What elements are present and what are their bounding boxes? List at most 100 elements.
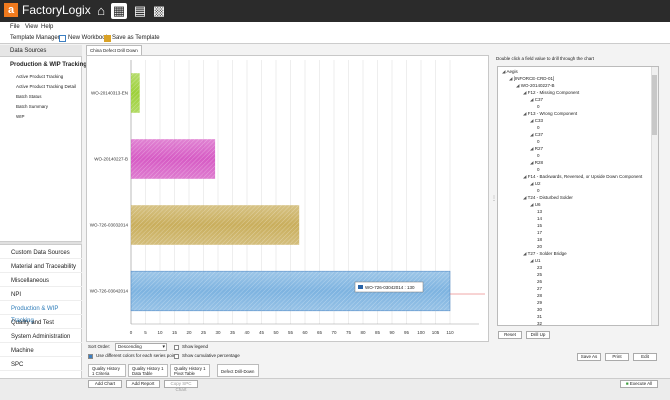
data-source-item[interactable]: Batch Summary — [16, 104, 48, 109]
tree-node[interactable]: 20 — [537, 244, 542, 250]
tree-node[interactable]: ◢ U6 — [530, 202, 540, 208]
tree-node[interactable]: 0 — [537, 153, 540, 159]
copy-spc-chart-button[interactable]: Copy SPC Chart — [164, 380, 198, 392]
template-manager-button[interactable]: Template Manager — [10, 34, 60, 42]
tree-node[interactable]: ◢ WO-20140227-B — [516, 83, 555, 89]
tab-china-defect-drill-down[interactable]: China Defect Drill Down — [86, 45, 142, 55]
report-icon[interactable]: ▦ — [111, 3, 127, 19]
data-source-item[interactable]: Active Product Tracking — [16, 74, 63, 79]
cumulative-checkbox[interactable] — [174, 354, 179, 359]
drill-tree[interactable]: ◢ Aegis ◢ [INFORCE-CRD-01] ◢ WO-20140227-B… — [497, 66, 659, 326]
nav-item-production-wip[interactable]: Production & WIP Tracking — [0, 303, 82, 324]
tree-node[interactable]: 0 — [537, 167, 540, 173]
execute-icon: ■ — [625, 381, 629, 386]
nav-item-miscellaneous[interactable]: Miscellaneous — [0, 275, 82, 287]
x-tick-label: 75 — [346, 330, 352, 335]
data-source-item[interactable]: WIP — [16, 114, 25, 119]
tree-scrollbar-thumb[interactable] — [652, 75, 657, 135]
tree-node[interactable]: 15 — [537, 223, 542, 229]
tree-node[interactable]: 17 — [537, 230, 542, 236]
tree-node[interactable]: 23 — [537, 265, 542, 271]
tree-node[interactable]: 18 — [537, 237, 542, 243]
menu-help[interactable]: Help — [41, 23, 53, 31]
chart-panel: 0 5 10 15 20 25 30 35 40 45 50 55 60 65 70 75 80 85 90 95 10… — [86, 55, 489, 342]
x-tick-label: 100 — [417, 330, 425, 335]
tree-node[interactable]: 27 — [537, 286, 542, 292]
edit-button[interactable]: Edit — [633, 353, 657, 361]
tree-node[interactable]: 0 — [537, 104, 540, 110]
tab-defect-drill-down[interactable]: Defect Drill-Down — [217, 364, 259, 377]
nav-item-npi[interactable]: NPI — [0, 289, 82, 301]
tree-node[interactable]: ◢ [INFORCE-CRD-01] — [509, 76, 554, 82]
tree-node[interactable]: ◢ F12 - Missing Component — [523, 90, 579, 96]
tree-node[interactable]: ◢ R28 — [530, 160, 543, 166]
add-report-button[interactable]: Add Report — [126, 380, 160, 388]
save-as-button[interactable]: Save As — [577, 353, 601, 361]
tree-node[interactable]: 28 — [537, 293, 542, 299]
tree-node-label: 0 — [537, 104, 540, 109]
x-tick-label: 25 — [201, 330, 207, 335]
tree-node-label: U1 — [534, 258, 541, 263]
show-legend-checkbox[interactable] — [174, 345, 179, 350]
nav-item-material-traceability[interactable]: Material and Traceability — [0, 261, 82, 273]
data-source-item[interactable]: Batch Status — [16, 94, 42, 99]
sort-order-select[interactable]: Descending ▾ — [115, 343, 167, 351]
tree-node[interactable]: 13 — [537, 209, 542, 215]
monitor-icon[interactable]: ▩ — [151, 3, 167, 19]
tree-node[interactable]: 32 — [537, 321, 542, 325]
tree-node[interactable]: ◢ U1 — [530, 258, 540, 264]
panel-splitter[interactable] — [0, 241, 82, 245]
tab-quality-data-table[interactable]: Quality History 1 Data Table — [128, 364, 168, 377]
tree-node[interactable]: ◢ F14 - Backwards, Reversed, or Upside D… — [523, 174, 642, 180]
drill-up-button[interactable]: Drill Up — [526, 331, 550, 339]
reset-button[interactable]: Reset — [498, 331, 522, 339]
tree-node[interactable]: 0 — [537, 188, 540, 194]
splitter-handle-icon[interactable]: ⋮ — [491, 195, 497, 203]
tree-node[interactable]: ◢ C33 — [530, 118, 543, 124]
tree-node[interactable]: ◢ F13 - Wrong Component — [523, 111, 577, 117]
print-button[interactable]: Print — [605, 353, 629, 361]
tree-node[interactable]: 14 — [537, 216, 542, 222]
add-chart-button[interactable]: Add Chart — [88, 380, 122, 388]
menu-file[interactable]: File — [10, 23, 20, 31]
tree-node[interactable]: 0 — [537, 139, 540, 145]
app-brand: FactoryLogix — [22, 3, 91, 17]
bar-hatch — [131, 73, 140, 113]
new-workbook-button[interactable]: New Workbook — [68, 34, 109, 42]
nav-item-machine[interactable]: Machine — [0, 345, 82, 357]
x-tick-label: 70 — [331, 330, 337, 335]
tree-node[interactable]: 26 — [537, 279, 542, 285]
tree-node-label: R27 — [534, 146, 543, 151]
tree-node[interactable]: 0 — [537, 125, 540, 131]
tree-node-label: F13 - Wrong Component — [527, 111, 578, 116]
execute-all-button[interactable]: ■ Execute All — [620, 380, 658, 388]
save-as-template-button[interactable]: Save as Template — [112, 34, 160, 42]
data-source-group[interactable]: Production & WIP Tracking — [10, 62, 87, 68]
tree-node[interactable]: ◢ T24 - Disturbed Solder — [523, 195, 573, 201]
tree-node[interactable]: ◢ R27 — [530, 146, 543, 152]
tree-node[interactable]: ◢ C37 — [530, 97, 543, 103]
sort-order-label: Sort Order: — [88, 344, 111, 349]
nav-item-system-administration[interactable]: System Administration — [0, 331, 82, 343]
tree-node-label: T27 - Solder Bridge — [527, 251, 567, 256]
data-source-item[interactable]: Active Product Tracking Detail — [16, 84, 76, 89]
sort-order-value: Descending — [118, 344, 142, 349]
tree-node[interactable]: 25 — [537, 272, 542, 278]
tree-node[interactable]: 29 — [537, 300, 542, 306]
nav-item-custom-data-sources[interactable]: Custom Data Sources — [0, 247, 82, 259]
nav-item-quality-test[interactable]: Quality and Test — [0, 317, 82, 329]
tree-node[interactable]: ◢ T27 - Solder Bridge — [523, 251, 567, 257]
home-icon[interactable]: ⌂ — [93, 3, 109, 19]
tree-node-label: F12 - Missing Component — [527, 90, 580, 95]
document-icon[interactable]: ▤ — [132, 3, 148, 19]
menu-view[interactable]: View — [25, 23, 38, 31]
tab-quality-criteria[interactable]: Quality History 1 Criteria — [88, 364, 126, 377]
tree-node[interactable]: ◢ Aegis — [502, 69, 518, 75]
tab-quality-pivot-table[interactable]: Quality History 1 Pivot Table — [170, 364, 210, 377]
diff-colors-checkbox[interactable] — [88, 354, 93, 359]
tree-node[interactable]: ◢ C37 — [530, 132, 543, 138]
tree-node[interactable]: ◢ U2 — [530, 181, 540, 187]
nav-item-spc[interactable]: SPC — [0, 359, 82, 371]
tree-node[interactable]: 31 — [537, 314, 542, 320]
tree-node[interactable]: 30 — [537, 307, 542, 313]
